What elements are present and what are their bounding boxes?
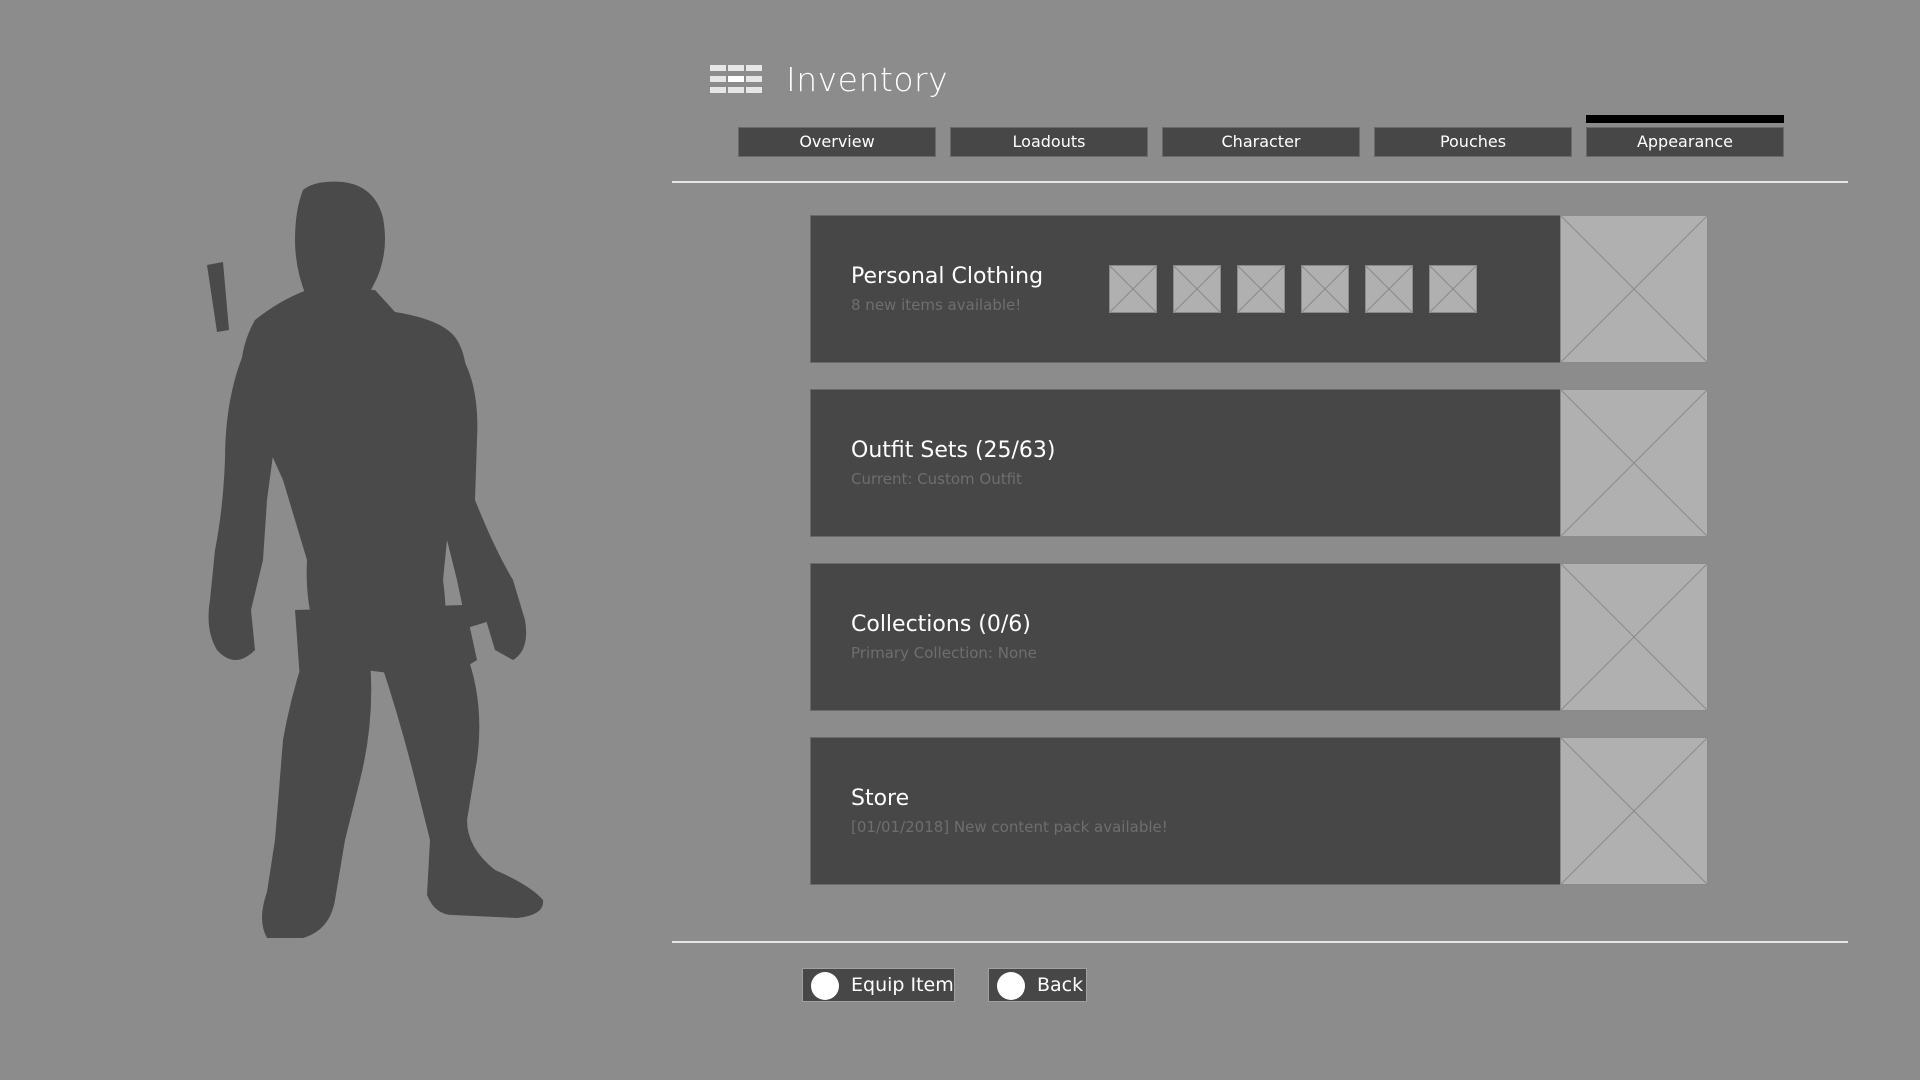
panel-subtitle: Primary Collection: None (851, 644, 1037, 662)
image-placeholder-icon (1366, 266, 1412, 312)
character-silhouette (207, 181, 544, 938)
image-placeholder-icon (1561, 216, 1707, 362)
top-divider (672, 181, 1848, 183)
tab-overview[interactable]: Overview (738, 127, 936, 157)
grid-menu-icon[interactable] (710, 65, 762, 93)
tab-appearance[interactable]: Appearance (1586, 115, 1784, 157)
tab-loadouts[interactable]: Loadouts (950, 127, 1148, 157)
tab-character[interactable]: Character (1162, 127, 1360, 157)
clothing-thumbnail[interactable] (1109, 265, 1157, 313)
image-placeholder-icon (1174, 266, 1220, 312)
image-placeholder-icon (1302, 266, 1348, 312)
controller-button-icon (997, 972, 1025, 1000)
panel-title: Store (851, 786, 910, 811)
clothing-thumbnail[interactable] (1301, 265, 1349, 313)
panel-outfit-sets[interactable]: Outfit Sets (25/63) Current: Custom Outf… (810, 389, 1708, 537)
panel-subtitle: 8 new items available! (851, 296, 1022, 314)
panel-title: Outfit Sets (25/63) (851, 438, 1056, 463)
equip-item-label: Equip Item (851, 974, 954, 996)
bottom-divider (672, 941, 1848, 943)
image-placeholder-icon (1238, 266, 1284, 312)
panel-title: Collections (0/6) (851, 612, 1031, 637)
controller-button-icon (811, 972, 839, 1000)
image-placeholder-icon (1561, 738, 1707, 884)
panel-subtitle: Current: Custom Outfit (851, 470, 1022, 488)
panel-image (1560, 563, 1708, 711)
page-title: Inventory (786, 60, 949, 99)
back-button[interactable]: Back (988, 968, 1087, 1002)
panel-title: Personal Clothing (851, 264, 1044, 289)
image-placeholder-icon (1561, 390, 1707, 536)
image-placeholder-icon (1110, 266, 1156, 312)
clothing-thumbnail[interactable] (1429, 265, 1477, 313)
image-placeholder-icon (1430, 266, 1476, 312)
panel-subtitle: [01/01/2018] New content pack available! (851, 818, 1168, 836)
panel-personal-clothing[interactable]: Personal Clothing 8 new items available! (810, 215, 1708, 363)
panel-image (1560, 215, 1708, 363)
inventory-screen: Inventory Overview Loadouts Character Po… (0, 0, 1920, 1080)
panel-store[interactable]: Store [01/01/2018] New content pack avai… (810, 737, 1708, 885)
back-label: Back (1037, 974, 1084, 996)
clothing-thumbnail[interactable] (1365, 265, 1413, 313)
image-placeholder-icon (1561, 564, 1707, 710)
equip-item-button[interactable]: Equip Item (802, 968, 955, 1002)
clothing-thumbnail[interactable] (1237, 265, 1285, 313)
panel-collections[interactable]: Collections (0/6) Primary Collection: No… (810, 563, 1708, 711)
tab-pouches[interactable]: Pouches (1374, 127, 1572, 157)
panel-image (1560, 737, 1708, 885)
clothing-thumbnail[interactable] (1173, 265, 1221, 313)
panel-image (1560, 389, 1708, 537)
